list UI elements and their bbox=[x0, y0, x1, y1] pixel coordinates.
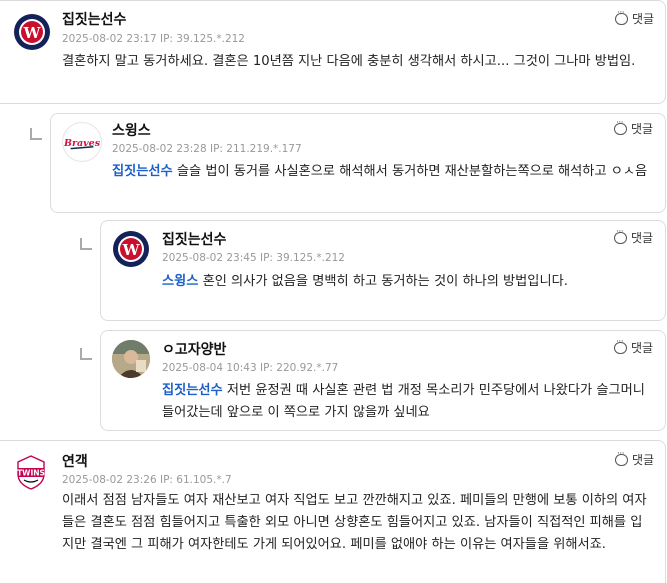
speech-bubble-icon bbox=[614, 337, 627, 354]
reply-indent-marker bbox=[80, 238, 92, 250]
reply-label: 댓글 bbox=[631, 122, 654, 136]
comment-ip: IP: 39.125.*.212 bbox=[159, 33, 245, 45]
nationals-logo-avatar: W bbox=[13, 13, 51, 51]
comment-ip: IP: 61.105.*.7 bbox=[159, 474, 232, 486]
comment-text: 집짓는선수 슬슬 법이 동거를 사실혼으로 해석해서 동거하면 재산분할하는쪽으… bbox=[112, 161, 660, 183]
comment-card: TWINS 연객 2025-08-02 23:26 IP: 61.105.*.7… bbox=[0, 440, 666, 583]
comment-ip: IP: 39.125.*.212 bbox=[259, 252, 345, 264]
mention-link[interactable]: 집짓는선수 bbox=[112, 164, 173, 179]
comment-card: ㅇ고자양반 2025-08-04 10:43 IP: 220.92.*.77 댓… bbox=[100, 330, 666, 431]
comment-nickname[interactable]: 집짓는선수 bbox=[162, 229, 226, 249]
nationals-logo-icon: W bbox=[113, 231, 149, 267]
svg-text:W: W bbox=[23, 24, 42, 42]
comment-timestamp: 2025-08-02 23:26 bbox=[62, 474, 157, 486]
comment-card: W 집짓는선수 2025-08-02 23:45 IP: 39.125.*.21… bbox=[100, 220, 666, 321]
reply-button[interactable]: 댓글 bbox=[614, 118, 654, 137]
comment-text: 스윙스 혼인 의사가 없음을 명백히 하고 동거하는 것이 하나의 방법입니다. bbox=[162, 271, 659, 293]
braves-logo-avatar: Braves bbox=[62, 122, 102, 162]
comment-ip: IP: 211.219.*.177 bbox=[209, 143, 302, 155]
speech-bubble-icon bbox=[615, 8, 628, 25]
speech-bubble-icon bbox=[614, 118, 627, 135]
reply-button[interactable]: 댓글 bbox=[615, 449, 655, 468]
twins-logo-avatar: TWINS bbox=[11, 452, 51, 492]
comment-timestamp: 2025-08-02 23:28 bbox=[112, 143, 207, 155]
svg-text:TWINS: TWINS bbox=[17, 469, 45, 478]
comment-card: Braves 스윙스 2025-08-02 23:28 IP: 211.219.… bbox=[50, 113, 666, 213]
comment-nickname[interactable]: 연객 bbox=[62, 451, 88, 471]
comment-nickname[interactable]: 스윙스 bbox=[112, 120, 151, 140]
nationals-logo-avatar: W bbox=[112, 230, 150, 268]
reply-indent-marker bbox=[80, 348, 92, 360]
comment-card: W 집짓는선수 2025-08-02 23:17 IP: 39.125.*.21… bbox=[0, 0, 666, 104]
mention-link[interactable]: 집짓는선수 bbox=[162, 383, 223, 398]
reply-button[interactable]: 댓글 bbox=[614, 227, 654, 246]
speech-bubble-icon bbox=[614, 227, 627, 244]
reply-label: 댓글 bbox=[631, 231, 654, 245]
comment-body: 슬슬 법이 동거를 사실혼으로 해석해서 동거하면 재산분할하는쪽으로 해석하고… bbox=[172, 164, 648, 179]
comment-meta: 2025-08-02 23:45 IP: 39.125.*.212 bbox=[162, 252, 345, 264]
svg-text:W: W bbox=[122, 241, 141, 259]
comment-meta: 2025-08-02 23:26 IP: 61.105.*.7 bbox=[62, 474, 232, 486]
twins-logo-icon: TWINS bbox=[17, 455, 45, 490]
comment-text: 집짓는선수 저번 윤정권 때 사실혼 관련 법 개정 목소리가 민주당에서 나왔… bbox=[162, 380, 659, 424]
reply-label: 댓글 bbox=[632, 453, 655, 467]
comment-timestamp: 2025-08-02 23:45 bbox=[162, 252, 257, 264]
speech-bubble-icon bbox=[615, 449, 628, 466]
user-photo-icon bbox=[112, 340, 150, 378]
comment-nickname[interactable]: ㅇ고자양반 bbox=[162, 339, 226, 359]
comment-nickname[interactable]: 집짓는선수 bbox=[62, 9, 126, 29]
comment-body: 혼인 의사가 없음을 명백히 하고 동거하는 것이 하나의 방법입니다. bbox=[198, 274, 568, 289]
reply-button[interactable]: 댓글 bbox=[614, 337, 654, 356]
comment-body: 저번 윤정권 때 사실혼 관련 법 개정 목소리가 민주당에서 나왔다가 슬그머… bbox=[162, 383, 645, 420]
braves-logo-icon: Braves bbox=[63, 138, 101, 150]
comment-timestamp: 2025-08-04 10:43 bbox=[162, 362, 257, 374]
comment-text: 이래서 점점 남자들도 여자 재산보고 여자 직업도 보고 깐깐해지고 있죠. … bbox=[62, 490, 654, 556]
user-photo-avatar bbox=[112, 340, 150, 378]
reply-button[interactable]: 댓글 bbox=[615, 8, 655, 27]
comment-ip: IP: 220.92.*.77 bbox=[259, 362, 339, 374]
comment-text: 결혼하지 말고 동거하세요. 결혼은 10년쯤 지난 다음에 충분히 생각해서 … bbox=[62, 51, 654, 73]
reply-indent-marker bbox=[30, 128, 42, 140]
comment-meta: 2025-08-04 10:43 IP: 220.92.*.77 bbox=[162, 362, 338, 374]
mention-link[interactable]: 스윙스 bbox=[162, 274, 198, 289]
comment-meta: 2025-08-02 23:28 IP: 211.219.*.177 bbox=[112, 143, 302, 155]
reply-label: 댓글 bbox=[631, 341, 654, 355]
comment-meta: 2025-08-02 23:17 IP: 39.125.*.212 bbox=[62, 33, 245, 45]
comment-body: 결혼하지 말고 동거하세요. 결혼은 10년쯤 지난 다음에 충분히 생각해서 … bbox=[62, 54, 636, 69]
nationals-logo-icon: W bbox=[14, 14, 50, 50]
reply-label: 댓글 bbox=[632, 12, 655, 26]
comment-timestamp: 2025-08-02 23:17 bbox=[62, 33, 157, 45]
comment-body: 이래서 점점 남자들도 여자 재산보고 여자 직업도 보고 깐깐해지고 있죠. … bbox=[62, 493, 647, 552]
